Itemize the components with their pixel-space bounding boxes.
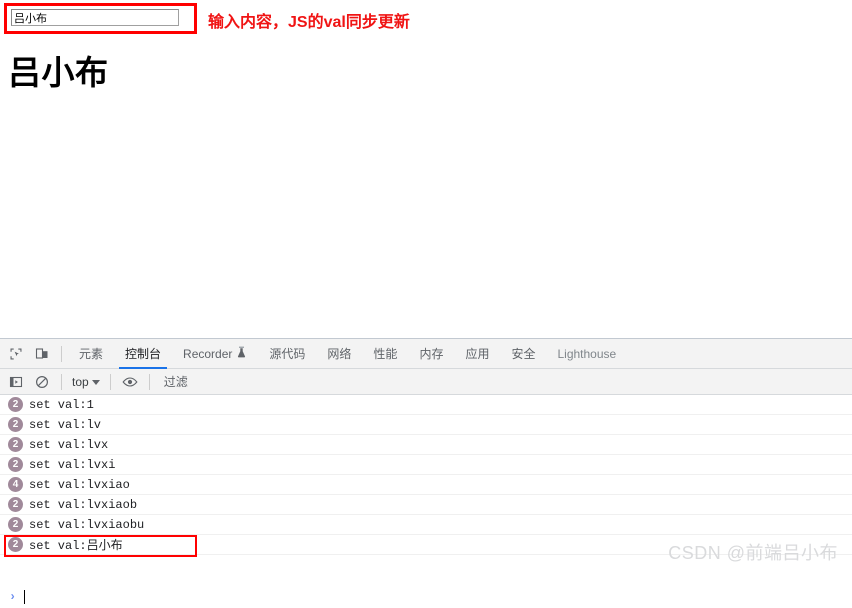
- filter-divider-1: [61, 373, 62, 390]
- devtools-tab-label: 控制台: [125, 347, 162, 361]
- console-prompt[interactable]: ›: [0, 586, 852, 608]
- execution-context-label: top: [72, 374, 89, 389]
- clear-console-icon[interactable]: [29, 369, 55, 395]
- console-message-text: set val:lvxi: [29, 457, 116, 472]
- inspect-element-icon[interactable]: [3, 341, 29, 367]
- message-count-badge: 2: [8, 417, 23, 432]
- console-message-text: set val:吕小布: [29, 539, 123, 553]
- devtools-tab-label: 应用: [465, 347, 490, 361]
- console-message-text: set val:1: [29, 397, 94, 412]
- devtools-tab-label: 内存: [419, 347, 444, 361]
- message-count-badge: 2: [8, 397, 23, 412]
- console-filter-bar: top: [0, 367, 852, 396]
- devtools-tab[interactable]: 性能: [362, 339, 408, 369]
- live-expression-icon[interactable]: [117, 369, 143, 395]
- console-filter-input[interactable]: [155, 367, 852, 396]
- devtools-tab-label: 安全: [511, 347, 536, 361]
- execution-context-select[interactable]: top: [68, 375, 104, 389]
- devtools-tab[interactable]: Recorder: [172, 339, 258, 369]
- devtools-tab-label: 源代码: [269, 347, 306, 361]
- devtools-tab-label: 元素: [79, 347, 104, 361]
- console-message-row[interactable]: 4 set val:lvxiao: [0, 475, 852, 495]
- devtools-tab-label: 性能: [373, 347, 398, 361]
- message-count-badge: 4: [8, 477, 23, 492]
- device-toolbar-icon[interactable]: [29, 341, 55, 367]
- input-annotation-group: 输入内容，JS的val同步更新: [0, 0, 460, 42]
- devtools-tab-label: Lighthouse: [557, 346, 617, 361]
- filter-divider-2: [109, 373, 111, 390]
- toolbar-divider: [61, 345, 62, 362]
- console-message-text: set val:lvxiaobu: [29, 517, 145, 532]
- devtools-tab[interactable]: 网络: [316, 339, 362, 369]
- annotation-label: 输入内容，JS的val同步更新: [208, 14, 410, 31]
- watermark: CSDN @前端吕小布: [668, 543, 838, 563]
- text-caret: [24, 590, 26, 604]
- console-message-text: set val:lvxiaob: [29, 497, 138, 512]
- console-message-text: set val:lv: [29, 417, 102, 432]
- name-input[interactable]: [11, 9, 179, 26]
- devtools-tab[interactable]: Lighthouse: [546, 339, 627, 369]
- console-message-row[interactable]: 2 set val:lv: [0, 415, 852, 435]
- console-message-row[interactable]: 2 set val:lvxi: [0, 455, 852, 475]
- devtools-tab-label: 网络: [327, 347, 352, 361]
- console-message-row[interactable]: 2 set val:1: [0, 395, 852, 415]
- message-count-badge: 2: [8, 517, 23, 532]
- console-message-row[interactable]: 2 set val:lvx: [0, 435, 852, 455]
- devtools-tab[interactable]: 元素: [68, 339, 114, 369]
- devtools-tab[interactable]: 源代码: [258, 339, 316, 369]
- console-message-row[interactable]: 2 set val:lvxiaobu: [0, 515, 852, 535]
- filter-divider-3: [148, 373, 150, 390]
- devtools-tabbar: 元素 控制台 Recorder 源代码 网络 性能 内存 应用 安全 Lighthouse: [0, 339, 852, 369]
- devtools-tab-label: Recorder: [183, 346, 233, 361]
- console-sidebar-icon[interactable]: [3, 369, 29, 395]
- chevron-down-icon: [91, 380, 100, 385]
- message-count-badge: 2: [8, 457, 23, 472]
- console-message-text: set val:lvx: [29, 437, 109, 452]
- web-page-content: 输入内容，JS的val同步更新 吕小布: [0, 0, 852, 338]
- devtools-tab-list: 元素 控制台 Recorder 源代码 网络 性能 内存 应用 安全 Lighthouse: [68, 339, 627, 369]
- page-heading: 吕小布: [8, 54, 109, 91]
- console-message-row[interactable]: 2 set val:lvxiaob: [0, 495, 852, 515]
- message-count-badge: 2: [8, 437, 23, 452]
- prompt-arrow-icon: ›: [9, 590, 17, 604]
- experiment-flask-icon: [236, 346, 247, 361]
- console-message-text: set val:lvxiao: [29, 477, 130, 492]
- devtools-tab[interactable]: 内存: [408, 339, 454, 369]
- devtools-tab[interactable]: 安全: [500, 339, 546, 369]
- devtools-tab[interactable]: 控制台: [114, 339, 172, 369]
- message-count-badge: 2: [8, 537, 23, 552]
- message-count-badge: 2: [8, 497, 23, 512]
- devtools-tab[interactable]: 应用: [454, 339, 500, 369]
